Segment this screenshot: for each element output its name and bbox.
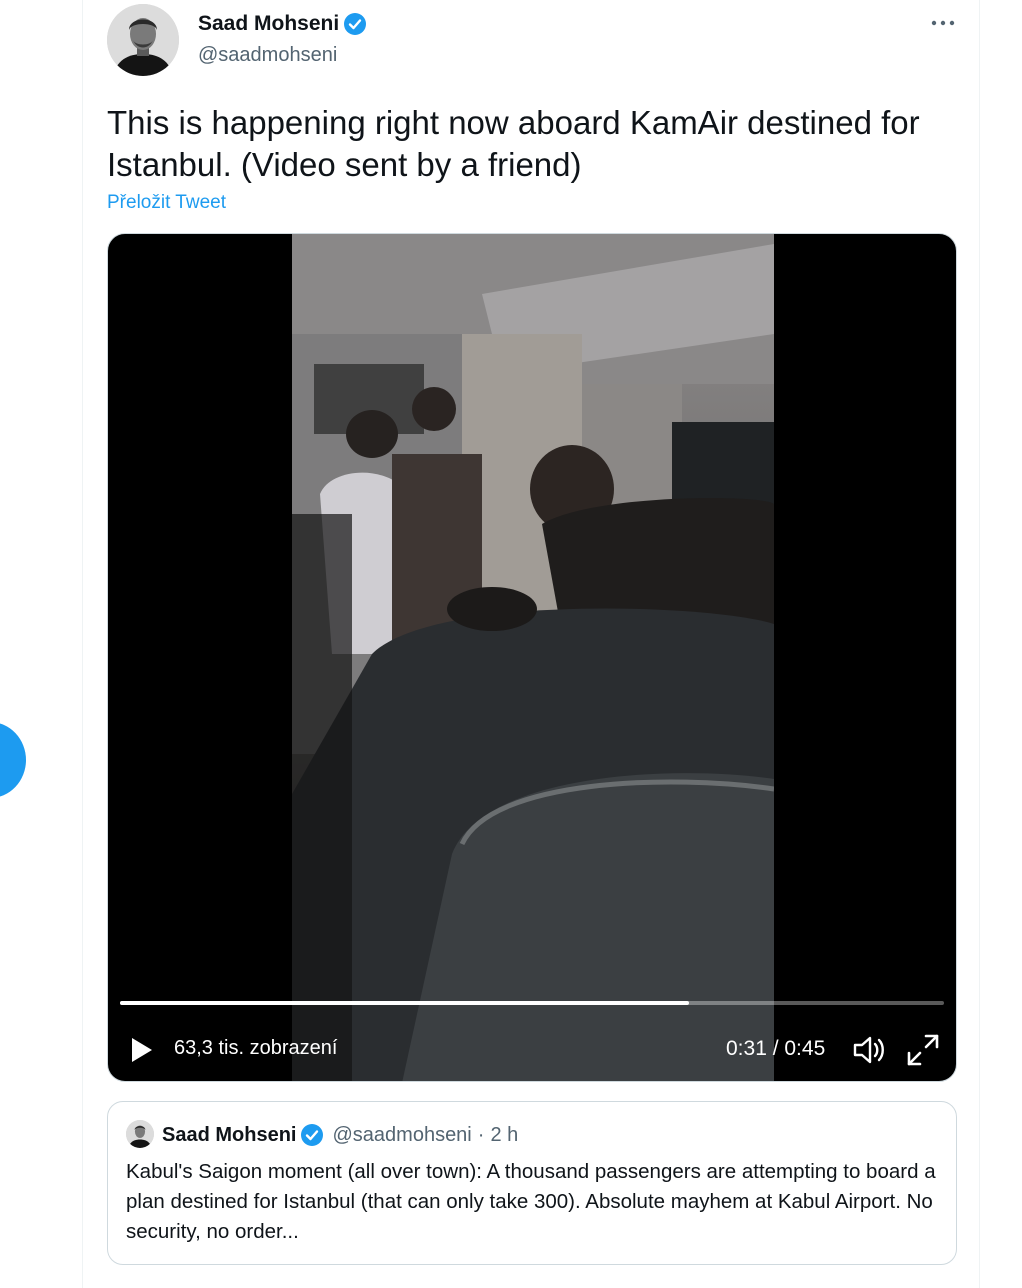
video-frame [292, 234, 774, 1081]
verified-badge-icon [344, 13, 367, 35]
quoted-author-handle: @saadmohseni [332, 1123, 472, 1146]
separator-dot: · [477, 1123, 485, 1146]
quoted-tweet-text: Kabul's Saigon moment (all over town): A… [126, 1160, 936, 1243]
author-avatar[interactable] [107, 4, 179, 76]
more-horizontal-icon[interactable] [930, 14, 956, 32]
video-player[interactable]: 63,3 tis. zobrazení 0:31 / 0:45 [107, 233, 957, 1082]
compose-tweet-button[interactable] [0, 722, 26, 798]
volume-icon[interactable] [852, 1034, 886, 1066]
view-count: 63,3 tis. zobrazení [174, 1037, 338, 1059]
fullscreen-icon[interactable] [906, 1033, 940, 1067]
quoted-author-name: Saad Mohseni [162, 1123, 297, 1146]
verified-badge-icon [301, 1124, 324, 1146]
quoted-tweet[interactable]: Saad Mohseni @saadmohseni · 2 h Kabul's … [107, 1101, 957, 1265]
video-progress-bar[interactable] [120, 1001, 944, 1005]
quoted-author-avatar [126, 1120, 154, 1148]
quoted-timestamp: 2 h [490, 1123, 519, 1146]
video-time: 0:31 / 0:45 [726, 1037, 826, 1060]
author-name[interactable]: Saad Mohseni [198, 12, 339, 36]
tweet-text: This is happening right now aboard KamAi… [107, 104, 920, 183]
quoted-tweet-header: Saad Mohseni @saadmohseni · 2 h [162, 1123, 518, 1147]
video-progress-fill [120, 1001, 689, 1005]
translate-tweet-link[interactable]: Přeložit Tweet [107, 192, 226, 214]
author-name-row[interactable]: Saad Mohseni [198, 12, 367, 36]
play-icon[interactable] [130, 1036, 154, 1064]
author-handle[interactable]: @saadmohseni [198, 44, 337, 67]
